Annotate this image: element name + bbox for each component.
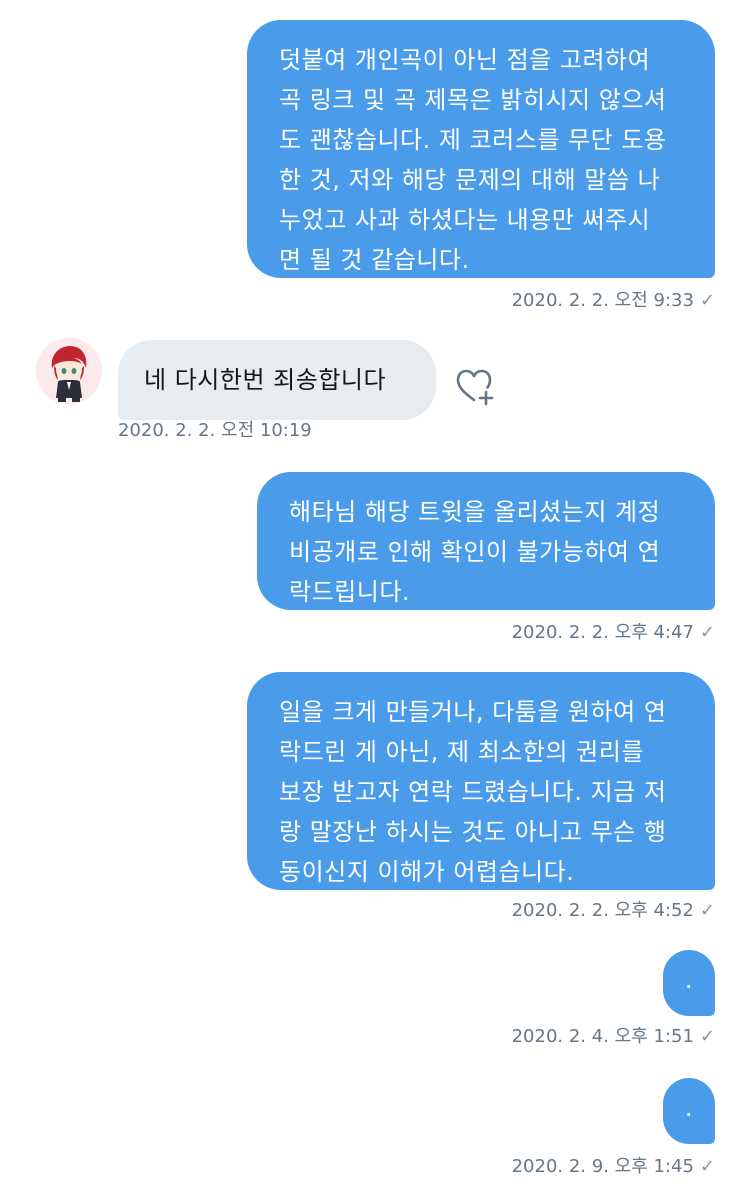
message-timestamp: 2020. 2. 2. 오후 4:52 ✓ bbox=[512, 898, 715, 924]
avatar-anime-character-icon bbox=[36, 338, 102, 404]
dm-conversation: 덧붙여 개인곡이 아닌 점을 고려하여 곡 링크 및 곡 제목은 밝히시지 않으… bbox=[0, 0, 751, 1200]
checkmark-icon: ✓ bbox=[699, 622, 715, 643]
timestamp-text: 2020. 2. 2. 오전 10:19 bbox=[118, 420, 312, 441]
message-timestamp: 2020. 2. 9. 오후 1:45 ✓ bbox=[512, 1154, 715, 1180]
message-bubble-outgoing[interactable]: . bbox=[663, 950, 715, 1016]
message-timestamp: 2020. 2. 2. 오후 4:47 ✓ bbox=[512, 620, 715, 646]
checkmark-icon: ✓ bbox=[699, 1156, 715, 1177]
timestamp-text: 2020. 2. 9. 오후 1:45 bbox=[511, 1156, 694, 1177]
timestamp-text: 2020. 2. 2. 오후 4:47 bbox=[511, 622, 694, 643]
message-timestamp: 2020. 2. 2. 오전 9:33 ✓ bbox=[512, 288, 715, 314]
heart-plus-icon[interactable] bbox=[452, 364, 496, 408]
checkmark-icon: ✓ bbox=[699, 1026, 715, 1047]
message-timestamp: 2020. 2. 2. 오전 10:19 bbox=[118, 418, 312, 444]
message-bubble-outgoing[interactable]: 일을 크게 만들거나, 다툼을 원하여 연 락드린 게 아닌, 제 최소한의 권… bbox=[247, 672, 715, 890]
timestamp-text: 2020. 2. 4. 오후 1:51 bbox=[511, 1026, 694, 1047]
message-bubble-outgoing[interactable]: 덧붙여 개인곡이 아닌 점을 고려하여 곡 링크 및 곡 제목은 밝히시지 않으… bbox=[247, 20, 715, 278]
message-timestamp: 2020. 2. 4. 오후 1:51 ✓ bbox=[512, 1024, 715, 1050]
timestamp-text: 2020. 2. 2. 오전 9:33 bbox=[511, 290, 694, 311]
message-bubble-outgoing[interactable]: . bbox=[663, 1078, 715, 1144]
timestamp-text: 2020. 2. 2. 오후 4:52 bbox=[511, 900, 694, 921]
message-bubble-outgoing[interactable]: 해타님 해당 트윗을 올리셨는지 계정 비공개로 인해 확인이 불가능하여 연 … bbox=[257, 472, 715, 610]
avatar[interactable] bbox=[36, 338, 102, 404]
checkmark-icon: ✓ bbox=[699, 900, 715, 921]
message-bubble-incoming[interactable]: 네 다시한번 죄송합니다 bbox=[118, 340, 436, 420]
checkmark-icon: ✓ bbox=[699, 290, 715, 311]
